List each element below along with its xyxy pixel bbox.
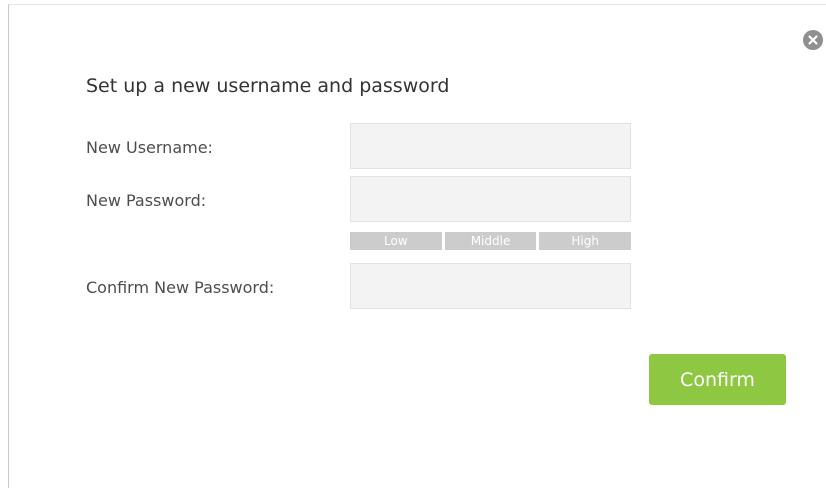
new-password-input[interactable] (350, 176, 631, 222)
credentials-dialog: Set up a new username and password New U… (8, 4, 826, 488)
dialog-title: Set up a new username and password (86, 75, 450, 97)
confirm-button[interactable]: Confirm (649, 354, 786, 405)
new-password-label: New Password: (86, 191, 207, 210)
strength-middle: Middle (444, 232, 537, 250)
confirm-password-input[interactable] (350, 263, 631, 309)
strength-high: High (539, 232, 632, 250)
strength-low: Low (350, 232, 442, 250)
confirm-password-label: Confirm New Password: (86, 278, 275, 297)
new-username-input[interactable] (350, 123, 631, 169)
new-username-label: New Username: (86, 138, 213, 157)
close-icon[interactable] (803, 30, 823, 50)
password-strength-meter: Low Middle High (350, 232, 632, 250)
